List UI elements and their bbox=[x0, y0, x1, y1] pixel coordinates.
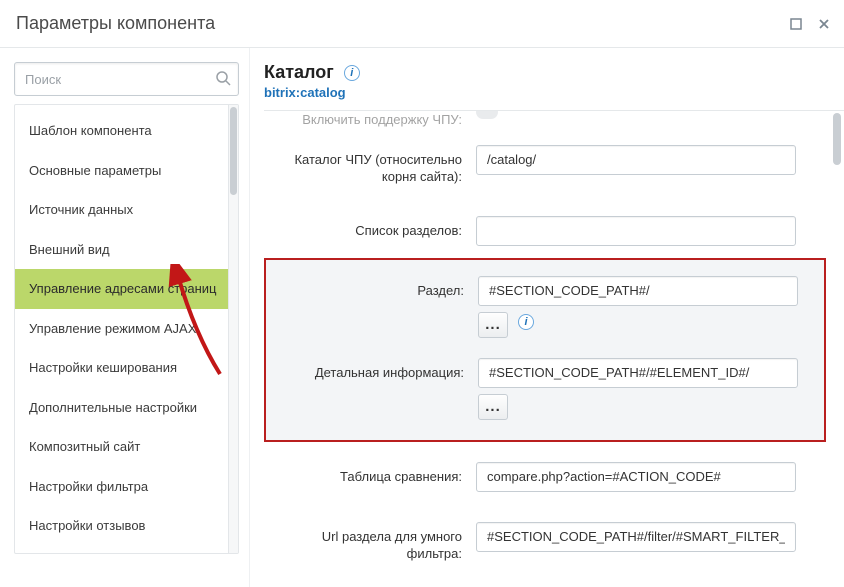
sidebar-item-actions[interactable]: Настройки действий bbox=[15, 546, 238, 553]
button-detail-browse[interactable]: ... bbox=[478, 394, 508, 420]
row-sef-support: Включить поддержку ЧПУ: bbox=[264, 110, 826, 137]
nav-list: Шаблон компонента Основные параметры Ист… bbox=[15, 105, 238, 553]
close-button[interactable] bbox=[814, 14, 834, 34]
search-input[interactable] bbox=[14, 62, 239, 96]
button-section-browse[interactable]: ... bbox=[478, 312, 508, 338]
input-section[interactable] bbox=[478, 276, 798, 306]
label-sections: Список разделов: bbox=[264, 216, 476, 240]
sidebar-item-ajax[interactable]: Управление режимом AJAX bbox=[15, 309, 238, 349]
sidebar-scrollbar-thumb[interactable] bbox=[230, 107, 237, 195]
input-compare[interactable] bbox=[476, 462, 796, 492]
sidebar-item-additional[interactable]: Дополнительные настройки bbox=[15, 388, 238, 428]
row-sections: Список разделов: bbox=[264, 194, 826, 254]
row-smart-filter: Url раздела для умного фильтра: bbox=[264, 500, 826, 571]
search-box bbox=[14, 62, 239, 96]
input-sef-folder[interactable] bbox=[476, 145, 796, 175]
label-compare: Таблица сравнения: bbox=[264, 462, 476, 486]
search-icon bbox=[215, 70, 231, 89]
sidebar-item-cache[interactable]: Настройки кеширования bbox=[15, 348, 238, 388]
row-detail: Детальная информация: ... bbox=[266, 344, 824, 426]
page-title: Каталог bbox=[264, 62, 334, 83]
window-title: Параметры компонента bbox=[16, 13, 215, 34]
toggle-sef-support[interactable] bbox=[476, 110, 498, 119]
highlighted-block: Раздел: ... i Детальная информация: bbox=[264, 258, 826, 442]
row-section: Раздел: ... i bbox=[266, 270, 824, 344]
label-detail: Детальная информация: bbox=[266, 358, 478, 382]
sidebar-item-url-management[interactable]: Управление адресами страниц bbox=[15, 269, 238, 309]
sidebar: Шаблон компонента Основные параметры Ист… bbox=[0, 48, 250, 587]
label-smart-filter: Url раздела для умного фильтра: bbox=[264, 522, 476, 563]
input-detail[interactable] bbox=[478, 358, 798, 388]
label-section: Раздел: bbox=[266, 276, 478, 300]
sidebar-item-filter[interactable]: Настройки фильтра bbox=[15, 467, 238, 507]
sidebar-scrollbar[interactable] bbox=[228, 105, 238, 553]
input-smart-filter[interactable] bbox=[476, 522, 796, 552]
info-icon[interactable]: i bbox=[344, 65, 360, 81]
main-panel: Каталог i bitrix:catalog Включить поддер… bbox=[250, 48, 844, 587]
row-sef-folder: Каталог ЧПУ (относительно корня сайта): bbox=[264, 137, 826, 194]
sidebar-item-data-source[interactable]: Источник данных bbox=[15, 190, 238, 230]
row-compare: Таблица сравнения: bbox=[264, 452, 826, 500]
maximize-button[interactable] bbox=[786, 14, 806, 34]
info-icon-section[interactable]: i bbox=[518, 314, 534, 330]
label-sef-support: Включить поддержку ЧПУ: bbox=[264, 110, 476, 129]
params-scrollbar[interactable] bbox=[831, 113, 841, 585]
sidebar-item-composite[interactable]: Композитный сайт bbox=[15, 427, 238, 467]
sidebar-item-template[interactable]: Шаблон компонента bbox=[15, 111, 238, 151]
sidebar-item-reviews[interactable]: Настройки отзывов bbox=[15, 506, 238, 546]
label-sef-folder: Каталог ЧПУ (относительно корня сайта): bbox=[264, 145, 476, 186]
sidebar-item-main-params[interactable]: Основные параметры bbox=[15, 151, 238, 191]
params-scrollbar-thumb[interactable] bbox=[833, 113, 841, 165]
input-sections[interactable] bbox=[476, 216, 796, 246]
titlebar: Параметры компонента bbox=[0, 0, 844, 48]
component-name: bitrix:catalog bbox=[264, 85, 844, 100]
sidebar-item-appearance[interactable]: Внешний вид bbox=[15, 230, 238, 270]
